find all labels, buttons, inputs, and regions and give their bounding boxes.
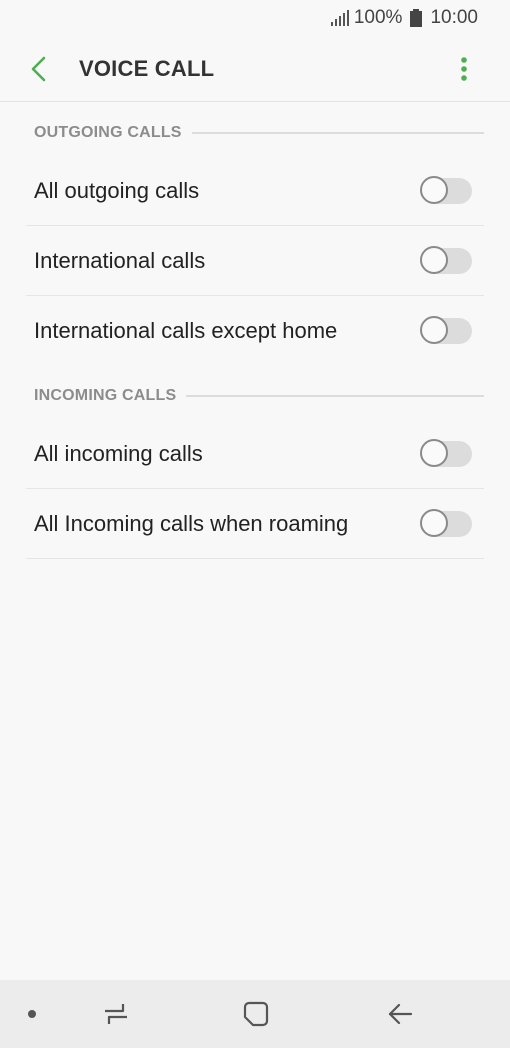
- battery-percent: 100%: [353, 7, 403, 28]
- setting-label: All incoming calls: [34, 440, 203, 466]
- status-bar: 100% 10:00: [0, 0, 510, 36]
- toggle-switch[interactable]: [420, 438, 472, 468]
- setting-label: International calls: [34, 247, 206, 273]
- back-icon: [388, 1003, 413, 1025]
- clock: 10:00: [430, 7, 478, 28]
- app-bar: VOICE CALL: [0, 36, 510, 102]
- setting-row-incoming-roaming[interactable]: All Incoming calls when roaming: [26, 489, 484, 559]
- home-button[interactable]: [236, 980, 276, 1048]
- section-header-incoming: INCOMING CALLS: [34, 387, 484, 405]
- toggle-thumb: [420, 438, 448, 467]
- section-title: OUTGOING CALLS: [34, 124, 182, 141]
- setting-row-all-incoming[interactable]: All incoming calls: [26, 419, 484, 489]
- battery-icon: [410, 9, 423, 27]
- signal-icon: [330, 10, 349, 26]
- section-divider: [191, 132, 484, 134]
- section-divider: [186, 395, 484, 397]
- recent-apps-button[interactable]: [96, 980, 136, 1048]
- back-button[interactable]: [20, 50, 58, 88]
- more-vert-icon: [461, 57, 467, 81]
- setting-label: All Incoming calls when roaming: [34, 510, 349, 536]
- toggle-thumb: [420, 245, 448, 274]
- page-title: VOICE CALL: [79, 56, 215, 81]
- toggle-thumb: [420, 175, 448, 204]
- navigation-bar: [0, 980, 510, 1048]
- toggle-thumb: [420, 316, 448, 344]
- setting-row-all-outgoing[interactable]: All outgoing calls: [26, 156, 484, 226]
- section-header-outgoing: OUTGOING CALLS: [34, 124, 484, 142]
- setting-row-international[interactable]: International calls: [26, 226, 484, 296]
- toggle-switch[interactable]: [420, 175, 472, 205]
- setting-row-international-except-home[interactable]: International calls except home: [26, 296, 484, 366]
- toggle-switch[interactable]: [420, 508, 472, 538]
- toggle-switch[interactable]: [420, 316, 472, 345]
- nav-dot[interactable]: [20, 980, 44, 1048]
- setting-label: International calls except home: [34, 318, 338, 343]
- recent-apps-icon: [105, 1004, 127, 1024]
- more-options-button[interactable]: [452, 52, 476, 86]
- setting-label: All outgoing calls: [34, 177, 200, 203]
- toggle-switch[interactable]: [420, 245, 472, 275]
- toggle-thumb: [420, 508, 448, 537]
- section-title: INCOMING CALLS: [34, 387, 177, 404]
- chevron-left-icon: [31, 56, 46, 82]
- home-icon: [243, 1001, 269, 1027]
- dot-icon: [28, 1010, 36, 1018]
- system-back-button[interactable]: [380, 980, 420, 1048]
